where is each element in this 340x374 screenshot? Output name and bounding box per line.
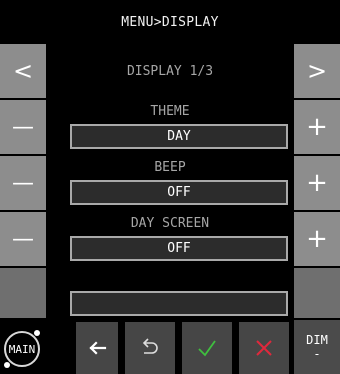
page-indicator: DISPLAY 1/3	[126, 63, 214, 79]
plus-icon: +	[306, 112, 328, 142]
day-screen-value-field: OFF	[70, 236, 288, 261]
day-screen-increase-button[interactable]: +	[294, 212, 340, 266]
x-icon	[256, 340, 272, 356]
main-button[interactable]: MAIN	[0, 320, 46, 374]
back-button[interactable]	[76, 322, 118, 374]
beep-increase-button[interactable]: +	[294, 156, 340, 210]
undo-icon	[142, 338, 158, 354]
dim-label: DIM	[306, 333, 328, 347]
plus-icon: +	[306, 168, 328, 198]
arrow-left-icon	[89, 341, 107, 355]
empty-left-button	[0, 268, 46, 318]
confirm-button[interactable]	[182, 322, 232, 374]
beep-decrease-button[interactable]: —	[0, 156, 46, 210]
empty-right-button	[294, 268, 340, 318]
beep-label: BEEP	[154, 159, 186, 175]
undo-button[interactable]	[125, 322, 175, 374]
beep-value-field: OFF	[70, 180, 288, 205]
indicator-dot	[4, 362, 10, 368]
page-title: MENU>DISPLAY	[121, 14, 219, 30]
theme-label: THEME	[150, 103, 190, 119]
day-screen-label: DAY SCREEN	[130, 215, 210, 231]
minus-icon: —	[12, 226, 34, 252]
day-screen-decrease-button[interactable]: —	[0, 212, 46, 266]
dim-button[interactable]: DIM -	[294, 320, 340, 374]
minus-icon: —	[12, 170, 34, 196]
main-button-label: MAIN	[4, 331, 40, 367]
empty-value-field	[70, 291, 288, 316]
cancel-button[interactable]	[239, 322, 289, 374]
theme-decrease-button[interactable]: —	[0, 100, 46, 154]
theme-value-field: DAY	[70, 124, 288, 149]
previous-page-button[interactable]: <	[0, 44, 46, 98]
theme-increase-button[interactable]: +	[294, 100, 340, 154]
indicator-dot	[34, 330, 40, 336]
next-page-button[interactable]: >	[294, 44, 340, 98]
minus-icon: —	[12, 114, 34, 140]
plus-icon: +	[306, 224, 328, 254]
empty-setting-label	[46, 270, 294, 288]
checkmark-icon	[198, 340, 216, 357]
dim-value: -	[313, 347, 321, 361]
